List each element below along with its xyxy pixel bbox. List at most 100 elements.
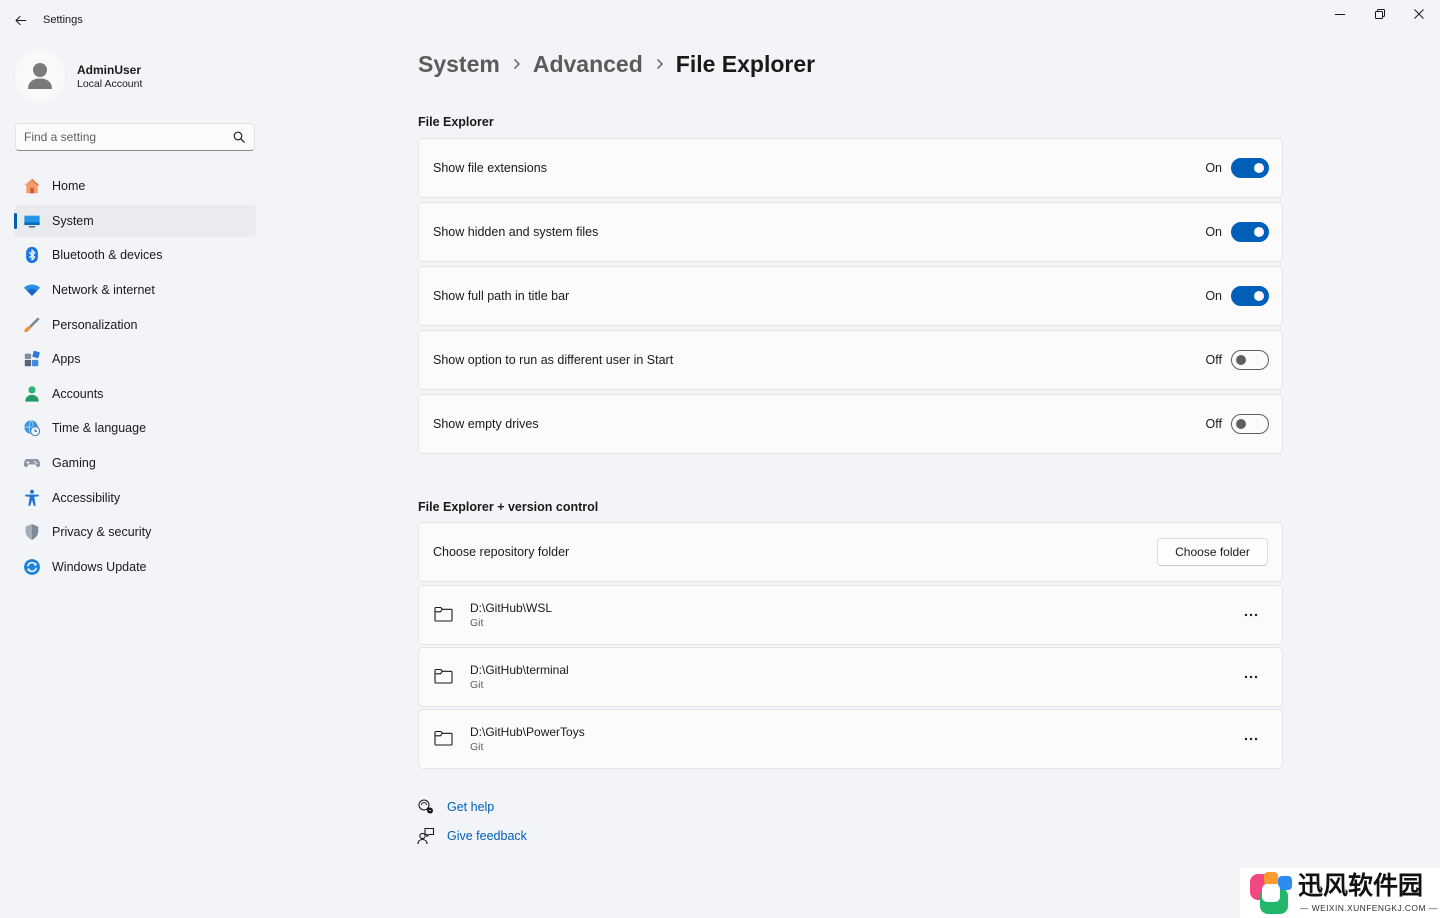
- search-icon[interactable]: [233, 131, 245, 143]
- sidebar-item-privacy-security[interactable]: Privacy & security: [14, 516, 256, 548]
- toggle-state-text: Off: [1205, 353, 1222, 367]
- repository-item[interactable]: D:\GitHub\PowerToys Git: [418, 709, 1283, 769]
- toggle-state-text: Off: [1205, 417, 1222, 431]
- avatar[interactable]: [15, 51, 65, 101]
- help-chat-icon: [417, 798, 435, 816]
- selection-indicator: [14, 213, 17, 229]
- setting-run-as-different-user: Show option to run as different user in …: [418, 330, 1283, 390]
- repository-item[interactable]: D:\GitHub\WSL Git: [418, 585, 1283, 645]
- repository-path: D:\GitHub\WSL: [470, 601, 553, 615]
- sidebar-item-label: System: [52, 214, 94, 228]
- sidebar-item-label: Bluetooth & devices: [52, 248, 163, 262]
- sidebar-item-accounts[interactable]: Accounts: [14, 378, 256, 410]
- user-silhouette-icon: [28, 63, 52, 89]
- breadcrumb-system[interactable]: System: [418, 48, 500, 80]
- globe-clock-icon: [23, 419, 41, 437]
- bluetooth-icon: [23, 246, 41, 264]
- sidebar-item-time-language[interactable]: Time & language: [14, 412, 256, 444]
- page-title: File Explorer: [675, 51, 816, 77]
- breadcrumb-advanced[interactable]: Advanced: [533, 48, 643, 80]
- repository-type: Git: [470, 617, 484, 629]
- toggle-knob: [1236, 419, 1246, 429]
- more-options-icon[interactable]: [1239, 727, 1263, 751]
- sidebar-item-accessibility[interactable]: Accessibility: [14, 482, 256, 514]
- sidebar-item-network[interactable]: Network & internet: [14, 274, 256, 306]
- sidebar-item-windows-update[interactable]: Windows Update: [14, 551, 256, 583]
- sidebar-item-label: Gaming: [52, 456, 96, 470]
- watermark: 迅风软件园 — WEIXIN.XUNFENGKJ.COM —: [1240, 868, 1440, 918]
- sidebar-item-home[interactable]: Home: [14, 170, 256, 202]
- sidebar-item-label: Accounts: [52, 387, 104, 401]
- toggle-state-text: On: [1205, 289, 1222, 303]
- app-title: Settings: [43, 14, 83, 26]
- more-options-icon[interactable]: [1239, 603, 1263, 627]
- toggle-knob: [1236, 355, 1246, 365]
- toggle-switch[interactable]: [1231, 286, 1269, 306]
- sidebar-item-label: Windows Update: [52, 560, 147, 574]
- setting-label: Show hidden and system files: [433, 225, 599, 239]
- sidebar-item-apps[interactable]: Apps: [14, 343, 256, 375]
- sidebar-item-label: Home: [52, 179, 86, 193]
- sidebar-item-label: Network & internet: [52, 283, 155, 297]
- setting-label: Show option to run as different user in …: [433, 353, 674, 367]
- get-help-text[interactable]: Get help: [447, 799, 494, 815]
- minimize-icon: [1335, 14, 1345, 15]
- setting-label: Choose repository folder: [433, 545, 570, 559]
- give-feedback-text[interactable]: Give feedback: [447, 828, 527, 844]
- setting-repository-folder: Choose repository folder Choose folder: [418, 522, 1283, 582]
- watermark-logo: [1248, 870, 1294, 916]
- section-heading-file-explorer: File Explorer: [418, 115, 494, 129]
- user-name: AdminUser: [77, 63, 142, 77]
- toggle-switch[interactable]: [1231, 222, 1269, 242]
- accessibility-icon: [23, 489, 41, 507]
- brush-icon: [23, 316, 41, 334]
- folder-icon: [434, 668, 453, 684]
- sidebar-item-gaming[interactable]: Gaming: [14, 447, 256, 479]
- repository-type: Git: [470, 741, 484, 753]
- sidebar-item-label: Apps: [52, 352, 81, 366]
- repository-path: D:\GitHub\terminal: [470, 663, 569, 677]
- get-help-link[interactable]: Get help: [417, 798, 537, 816]
- watermark-url-text: WEIXIN.XUNFENGKJ.COM: [1311, 903, 1426, 913]
- toggle-knob: [1254, 291, 1264, 301]
- wifi-icon: [23, 281, 41, 299]
- toggle-state-text: On: [1205, 225, 1222, 239]
- repository-item[interactable]: D:\GitHub\terminal Git: [418, 647, 1283, 707]
- setting-label: Show file extensions: [433, 161, 547, 175]
- close-icon: [1414, 9, 1424, 19]
- minimize-button[interactable]: [1320, 0, 1360, 28]
- breadcrumb: System Advanced File Explorer: [418, 48, 815, 80]
- choose-folder-button[interactable]: Choose folder: [1157, 538, 1268, 566]
- feedback-icon: [417, 827, 435, 845]
- back-button[interactable]: [8, 8, 32, 32]
- repository-type: Git: [470, 679, 484, 691]
- toggle-switch[interactable]: [1231, 414, 1269, 434]
- toggle-switch[interactable]: [1231, 158, 1269, 178]
- sidebar-item-label: Time & language: [52, 421, 147, 435]
- account-type: Local Account: [77, 78, 143, 90]
- more-options-icon[interactable]: [1239, 665, 1263, 689]
- sidebar-item-personalization[interactable]: Personalization: [14, 309, 256, 341]
- watermark-brand: 迅风软件园: [1298, 871, 1424, 900]
- section-heading-version-control: File Explorer + version control: [418, 500, 599, 514]
- title-bar: Settings: [0, 0, 1440, 40]
- sidebar-item-system[interactable]: System: [14, 205, 256, 237]
- sidebar-item-label: Personalization: [52, 318, 138, 332]
- search-input[interactable]: [24, 124, 224, 150]
- toggle-knob: [1254, 227, 1264, 237]
- restore-icon: [1375, 9, 1385, 19]
- toggle-switch[interactable]: [1231, 350, 1269, 370]
- search-box[interactable]: [15, 123, 255, 151]
- watermark-url: — WEIXIN.XUNFENGKJ.COM —: [1300, 903, 1438, 913]
- toggle-state-text: On: [1205, 161, 1222, 175]
- setting-label: Show full path in title bar: [433, 289, 570, 303]
- sidebar-item-bluetooth[interactable]: Bluetooth & devices: [14, 239, 256, 271]
- update-icon: [23, 558, 41, 576]
- gamepad-icon: [23, 454, 41, 472]
- give-feedback-link[interactable]: Give feedback: [417, 827, 557, 845]
- close-button[interactable]: [1399, 0, 1439, 28]
- sidebar-item-label: Accessibility: [52, 491, 121, 505]
- apps-icon: [23, 350, 41, 368]
- setting-show-hidden-system-files: Show hidden and system files On: [418, 202, 1283, 262]
- restore-button[interactable]: [1360, 0, 1400, 28]
